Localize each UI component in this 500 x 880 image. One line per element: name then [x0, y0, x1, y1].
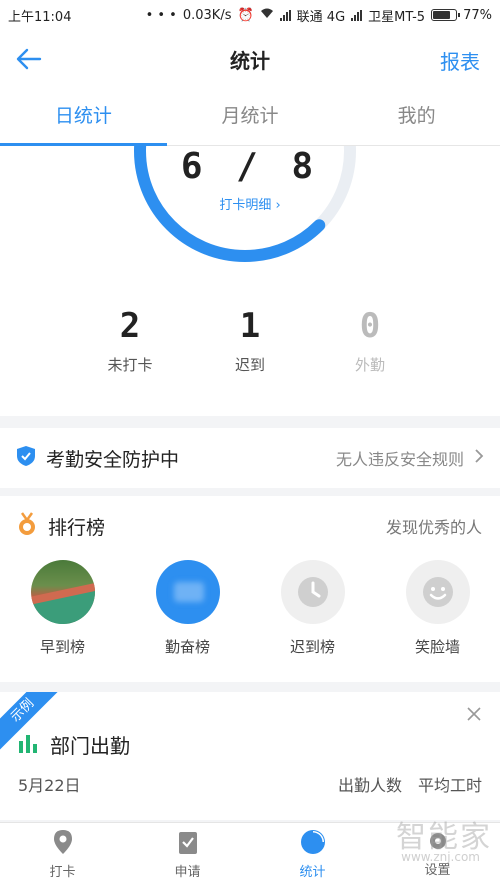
- attendance-counts: 2 未打卡 1 迟到 0 外勤: [0, 306, 500, 375]
- count-late[interactable]: 1 迟到: [190, 306, 310, 375]
- bottom-tab-stats-label: 统计: [299, 865, 326, 880]
- department-title: 部门出勤: [50, 734, 130, 758]
- report-button[interactable]: 报表: [440, 46, 480, 75]
- ranking-title: 排行榜: [48, 516, 106, 539]
- rank-diligent[interactable]: 勤奋榜: [125, 560, 250, 657]
- tab-daily[interactable]: 日统计: [0, 88, 167, 146]
- status-right: • • • 0.03K/s ⏰ 联通 4G 卫星MT-5 77%: [146, 6, 492, 25]
- count-late-value: 1: [239, 306, 261, 346]
- watermark-url: www.znj.com: [401, 850, 480, 864]
- clipboard-icon: [177, 829, 199, 859]
- back-arrow-icon[interactable]: [14, 44, 44, 74]
- page-title: 统计: [230, 48, 270, 73]
- battery-percent: 77%: [463, 7, 492, 23]
- tab-mine[interactable]: 我的: [333, 88, 500, 145]
- department-title-row: 部门出勤: [18, 730, 130, 759]
- ranking-card: 排行榜 发现优秀的人 早到榜 勤奋榜 迟到榜 笑脸墙: [0, 496, 500, 682]
- security-title: 考勤安全防护中: [46, 448, 180, 471]
- rank-early[interactable]: 早到榜: [0, 560, 125, 657]
- count-missed-label: 未打卡: [107, 356, 153, 374]
- count-field-label: 外勤: [354, 356, 385, 374]
- attendee-count-header: 出勤人数: [337, 776, 402, 795]
- carrier-1: 联通 4G: [296, 9, 346, 25]
- stats-tabs: 日统计 月统计 我的: [0, 88, 500, 146]
- count-late-label: 迟到: [234, 356, 265, 374]
- close-icon[interactable]: [466, 706, 482, 726]
- network-speed: 0.03K/s: [182, 7, 232, 23]
- avg-hours-header: 平均工时: [417, 776, 482, 795]
- shield-icon: [16, 445, 36, 471]
- alarm-icon: ⏰: [237, 7, 254, 23]
- clock-icon: [280, 560, 345, 624]
- carrier-2: 卫星MT-5: [368, 9, 426, 25]
- bottom-tab-punch[interactable]: 打卡: [0, 823, 125, 880]
- security-row[interactable]: 考勤安全防护中 无人违反安全规则: [0, 428, 500, 488]
- smile-icon: [405, 560, 470, 624]
- daily-summary-card: 6 / 8 打卡明细 › 2 未打卡 1 迟到 0 外勤: [0, 146, 500, 416]
- chevron-right-icon: [474, 448, 484, 468]
- rank-late-label: 迟到榜: [289, 638, 335, 656]
- bar-chart-icon: [18, 733, 40, 757]
- rank-early-label: 早到榜: [39, 638, 85, 656]
- department-attendance-card: 示例 部门出勤 5月22日 出勤人数 平均工时: [0, 692, 500, 820]
- status-bar: 上午11:04 • • • 0.03K/s ⏰ 联通 4G 卫星MT-5 77%: [0, 0, 500, 30]
- ranking-desc: 发现优秀的人: [385, 518, 482, 537]
- bottom-tab-stats[interactable]: 统计: [250, 823, 375, 880]
- department-date: 5月22日: [18, 776, 81, 795]
- blue-avatar: [155, 560, 220, 624]
- rank-late[interactable]: 迟到榜: [250, 560, 375, 657]
- signal-icon-2: [351, 9, 363, 21]
- nav-bar: 统计 报表: [0, 30, 500, 88]
- security-desc: 无人违反安全规则: [335, 450, 464, 469]
- location-pin-icon: [52, 829, 74, 859]
- ranking-header[interactable]: 排行榜 发现优秀的人: [0, 496, 500, 540]
- medal-icon: [16, 512, 38, 540]
- rank-diligent-label: 勤奋榜: [164, 638, 210, 656]
- attendance-ratio: 6 / 8: [180, 146, 320, 187]
- status-dots: • • •: [145, 7, 177, 23]
- rank-smile[interactable]: 笑脸墙: [375, 560, 500, 657]
- bottom-tab-apply[interactable]: 申请: [125, 823, 250, 880]
- status-time: 上午11:04: [8, 9, 72, 25]
- count-field-value: 0: [359, 306, 381, 346]
- bottom-tab-apply-label: 申请: [174, 865, 201, 880]
- count-missed-value: 2: [119, 306, 141, 346]
- photo-avatar: [30, 560, 95, 624]
- battery-icon: [431, 9, 461, 21]
- wifi-icon: [260, 7, 274, 23]
- ranking-items: 早到榜 勤奋榜 迟到榜 笑脸墙: [0, 560, 500, 657]
- punch-detail-link[interactable]: 打卡明细 ›: [0, 194, 500, 213]
- count-field[interactable]: 0 外勤: [310, 306, 430, 375]
- tab-monthly[interactable]: 月统计: [167, 88, 334, 145]
- count-missed[interactable]: 2 未打卡: [70, 306, 190, 375]
- signal-icon: [279, 9, 291, 21]
- pie-chart-icon: [300, 829, 326, 859]
- bottom-tab-punch-label: 打卡: [49, 865, 76, 880]
- department-header-row: 5月22日 出勤人数 平均工时: [18, 772, 482, 796]
- rank-smile-label: 笑脸墙: [414, 638, 460, 656]
